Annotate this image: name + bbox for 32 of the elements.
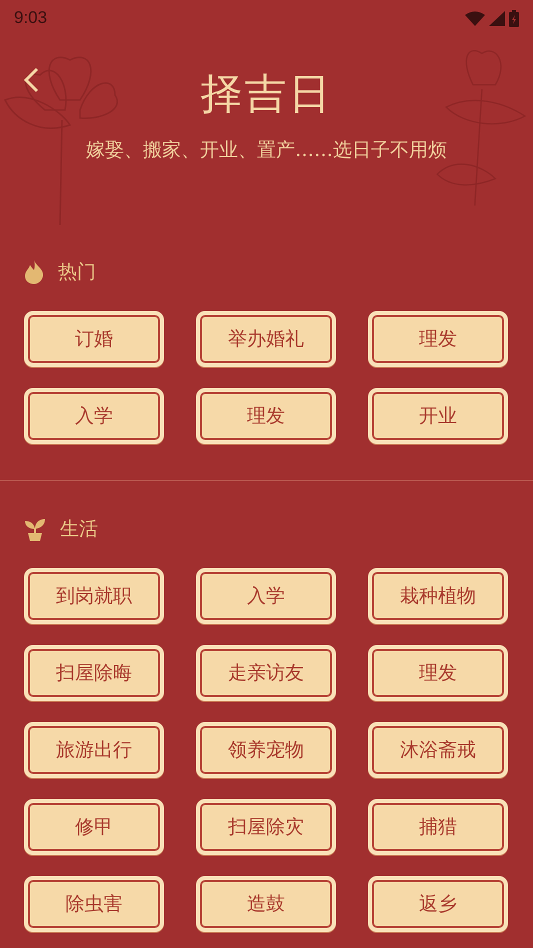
page-subtitle: 嫁娶、搬家、开业、置产……选日子不用烦 — [85, 138, 448, 163]
activity-button[interactable]: 捕猎 — [368, 799, 508, 855]
activity-button[interactable]: 造鼓 — [196, 876, 336, 932]
section-title: 热门 — [58, 260, 96, 285]
signal-icon — [489, 10, 505, 26]
activity-button[interactable]: 领养宠物 — [196, 722, 336, 778]
wifi-icon — [465, 10, 485, 26]
activity-button[interactable]: 理发 — [368, 311, 508, 367]
activity-button[interactable]: 除虫害 — [24, 876, 164, 932]
status-time: 9:03 — [14, 7, 48, 30]
activity-button[interactable]: 走亲访友 — [196, 645, 336, 701]
sprout-icon — [24, 517, 46, 541]
activity-button[interactable]: 理发 — [368, 645, 508, 701]
page-title: 择吉日 — [200, 73, 332, 115]
activity-button[interactable]: 栽种植物 — [368, 568, 508, 624]
flame-icon — [24, 260, 44, 284]
activity-button[interactable]: 理发 — [196, 388, 336, 444]
activity-button[interactable]: 入学 — [24, 388, 164, 444]
activity-button[interactable]: 扫屋除灾 — [196, 799, 336, 855]
activity-button[interactable]: 沐浴斋戒 — [368, 722, 508, 778]
activity-button[interactable]: 订婚 — [24, 311, 164, 367]
activity-button[interactable]: 修甲 — [24, 799, 164, 855]
activity-button[interactable]: 到岗就职 — [24, 568, 164, 624]
activity-button[interactable]: 扫屋除晦 — [24, 645, 164, 701]
activity-button[interactable]: 旅游出行 — [24, 722, 164, 778]
section-title: 生活 — [60, 516, 98, 542]
battery-icon — [509, 10, 519, 26]
activity-button[interactable]: 举办婚礼 — [196, 311, 336, 367]
back-icon[interactable] — [22, 66, 40, 94]
activity-button[interactable]: 返乡 — [368, 876, 508, 932]
activity-button[interactable]: 开业 — [368, 388, 508, 444]
activity-button[interactable]: 入学 — [196, 568, 336, 624]
